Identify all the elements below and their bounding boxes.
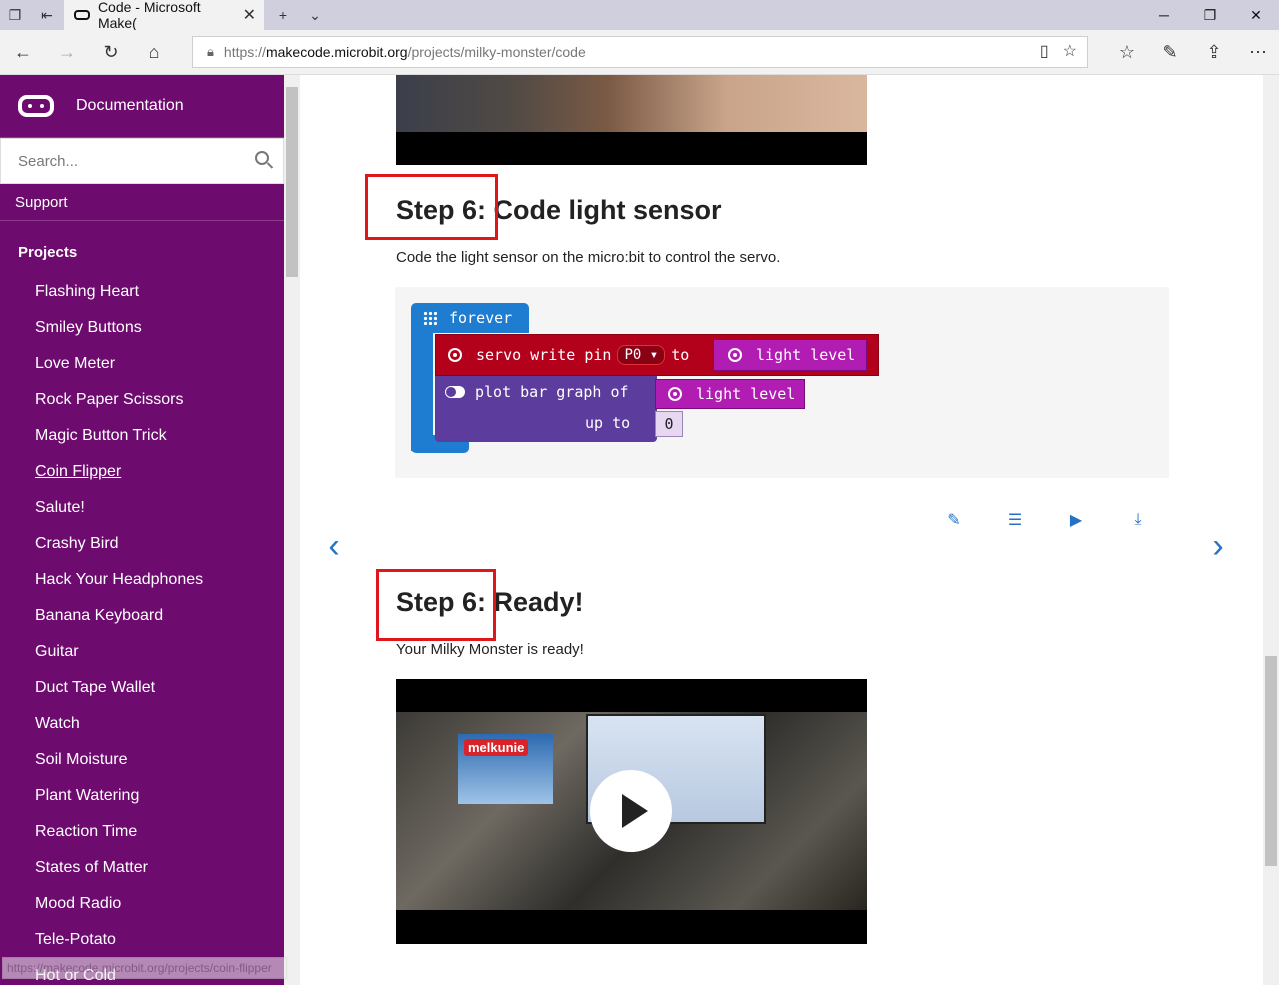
- edit-icon[interactable]: ✎: [942, 508, 966, 532]
- milk-carton-image: melkunie: [458, 734, 553, 804]
- sidebar-item[interactable]: Smiley Buttons: [0, 310, 284, 346]
- light-level-label: light level: [696, 385, 796, 403]
- microbit-favicon-icon: [74, 10, 90, 20]
- close-icon[interactable]: ✕: [243, 5, 256, 25]
- to-label: to: [671, 346, 690, 364]
- sidebar: Documentation Search... Support Projects…: [0, 75, 284, 985]
- url-scheme: https://: [223, 44, 266, 60]
- page-scrollbar[interactable]: [1263, 75, 1279, 985]
- sidebar-item[interactable]: Magic Button Trick: [0, 418, 284, 454]
- new-tab-icon[interactable]: +: [268, 0, 298, 30]
- sidebar-item[interactable]: Love Meter: [0, 346, 284, 382]
- carton-label: melkunie: [464, 739, 529, 756]
- search-icon[interactable]: [255, 151, 269, 165]
- chevron-down-icon[interactable]: ⌄: [300, 0, 330, 30]
- sidebar-scrollbar[interactable]: [284, 75, 300, 985]
- forever-block-body: [411, 331, 433, 451]
- video-thumbnail: [396, 75, 867, 132]
- sidebar-project-list: Flashing Heart Smiley Buttons Love Meter…: [0, 274, 284, 985]
- restore-icon[interactable]: ❐: [1187, 0, 1233, 30]
- chevron-left-icon[interactable]: ‹: [321, 527, 347, 565]
- javascript-icon[interactable]: ☰: [1003, 508, 1027, 532]
- sidebar-item-support[interactable]: Support: [0, 184, 284, 221]
- page-scroll-thumb[interactable]: [1265, 656, 1277, 866]
- sidebar-item[interactable]: Crashy Bird: [0, 526, 284, 562]
- download-icon[interactable]: ⤓: [1126, 508, 1150, 532]
- sidebar-item[interactable]: Flashing Heart: [0, 274, 284, 310]
- forever-block[interactable]: forever: [411, 303, 529, 333]
- sidebar-title: Documentation: [76, 97, 184, 114]
- sidebar-item-hovered[interactable]: Coin Flipper: [0, 454, 284, 490]
- sidebar-item[interactable]: Tele-Potato: [0, 922, 284, 958]
- reading-view-icon[interactable]: ▯: [1040, 41, 1049, 61]
- sidebar-item[interactable]: Reaction Time: [0, 814, 284, 850]
- up-to-label: up to: [585, 414, 631, 432]
- pen-icon[interactable]: ✎: [1155, 37, 1185, 67]
- sidebar-item[interactable]: Watch: [0, 706, 284, 742]
- sidebar-item[interactable]: Plant Watering: [0, 778, 284, 814]
- led-toggle-icon: [445, 386, 465, 398]
- navigation-bar: ← → ↻ ⌂ 🔒︎ https://makecode.microbit.org…: [0, 30, 1279, 75]
- main-content: Step 6: Code light sensor Code the light…: [300, 75, 1263, 985]
- light-level-block[interactable]: light level: [713, 339, 867, 371]
- chevron-right-icon[interactable]: ›: [1205, 527, 1231, 565]
- tab-title: Code - Microsoft Make(: [97, 0, 201, 31]
- code-blocks-panel: forever servo write pin P0 ▾ to light le…: [395, 287, 1169, 478]
- pin-dropdown[interactable]: P0 ▾: [617, 345, 666, 365]
- highlight-box: [365, 174, 498, 240]
- grid-icon: [423, 311, 437, 325]
- url-host: makecode.microbit.org: [265, 44, 408, 60]
- favorites-hub-icon[interactable]: ☆: [1112, 37, 1142, 67]
- servo-write-label: servo write pin: [476, 346, 612, 364]
- plot-bar-label: plot bar graph of: [475, 383, 629, 401]
- minimize-icon[interactable]: ─: [1141, 0, 1187, 30]
- search-input[interactable]: Search...: [0, 138, 284, 184]
- sidebar-header[interactable]: Documentation: [0, 75, 284, 138]
- highlight-box: [376, 569, 496, 641]
- browser-tab[interactable]: Code - Microsoft Make( ✕: [64, 0, 264, 31]
- set-aside-tabs-icon[interactable]: ⇤: [32, 0, 62, 30]
- play-button-icon[interactable]: [590, 770, 672, 852]
- url-path: /projects/milky-monster/code: [407, 44, 586, 60]
- title-bar: ❐ ⇤ Code - Microsoft Make( ✕ + ⌄ ─ ❐ ✕: [0, 0, 1279, 31]
- light-level-label: light level: [756, 346, 856, 364]
- address-bar[interactable]: 🔒︎ https://makecode.microbit.org/project…: [192, 36, 1088, 68]
- more-icon[interactable]: ⋯: [1243, 37, 1273, 67]
- microbit-logo-icon: [18, 95, 54, 117]
- number-input[interactable]: 0: [655, 411, 683, 437]
- light-level-block[interactable]: light level: [655, 379, 805, 409]
- sidebar-item[interactable]: Duct Tape Wallet: [0, 670, 284, 706]
- servo-icon: [448, 348, 462, 362]
- back-icon[interactable]: ←: [8, 37, 38, 67]
- share-icon[interactable]: ⇪: [1199, 37, 1229, 67]
- step-description: Your Milky Monster is ready!: [396, 641, 584, 658]
- window-close-icon[interactable]: ✕: [1233, 0, 1279, 30]
- favorite-star-icon[interactable]: ☆: [1063, 41, 1077, 61]
- refresh-icon[interactable]: ↻: [96, 37, 126, 67]
- sidebar-item[interactable]: States of Matter: [0, 850, 284, 886]
- light-sensor-icon: [728, 348, 742, 362]
- search-placeholder: Search...: [18, 152, 79, 170]
- tab-manager-icon[interactable]: ❐: [0, 0, 30, 30]
- forever-label: forever: [449, 309, 513, 327]
- sidebar-projects-heading[interactable]: Projects: [0, 221, 284, 274]
- video-player-top[interactable]: [396, 75, 867, 165]
- sidebar-scroll-thumb[interactable]: [286, 87, 298, 277]
- play-icon[interactable]: ▶: [1064, 508, 1088, 532]
- forward-icon[interactable]: →: [52, 37, 82, 67]
- plot-bar-graph-block[interactable]: plot bar graph of up to: [435, 376, 657, 442]
- sidebar-item[interactable]: Rock Paper Scissors: [0, 382, 284, 418]
- light-sensor-icon: [668, 387, 682, 401]
- video-player[interactable]: melkunie: [396, 679, 867, 944]
- sidebar-item[interactable]: Soil Moisture: [0, 742, 284, 778]
- sidebar-item[interactable]: Banana Keyboard: [0, 598, 284, 634]
- sidebar-item[interactable]: Mood Radio: [0, 886, 284, 922]
- step-description: Code the light sensor on the micro:bit t…: [396, 249, 781, 266]
- sidebar-item[interactable]: Hack Your Headphones: [0, 562, 284, 598]
- home-icon[interactable]: ⌂: [139, 37, 169, 67]
- sidebar-item[interactable]: Salute!: [0, 490, 284, 526]
- lock-icon: 🔒︎: [207, 44, 214, 59]
- status-bar-url: https://makecode.microbit.org/projects/c…: [2, 957, 287, 979]
- sidebar-item[interactable]: Guitar: [0, 634, 284, 670]
